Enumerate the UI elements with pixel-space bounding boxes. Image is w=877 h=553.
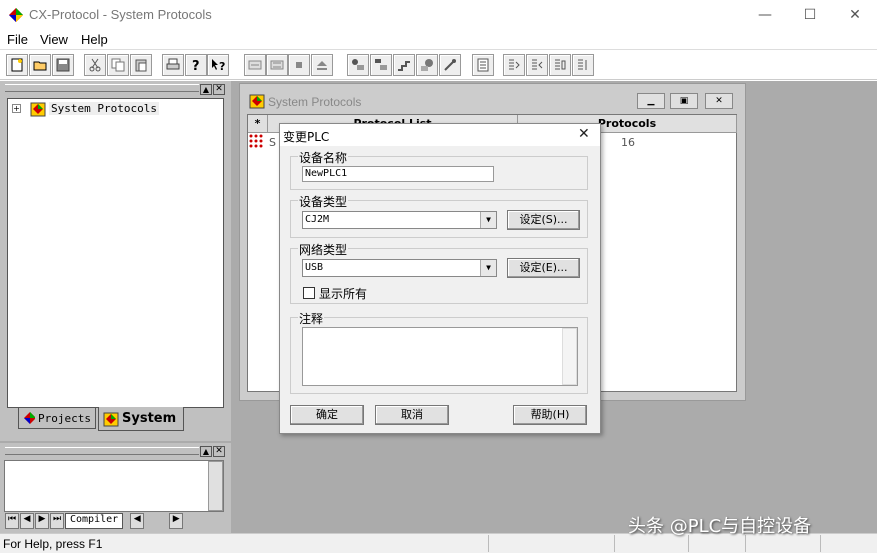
device-name-label: 设备名称: [298, 149, 349, 166]
dialog-close-icon[interactable]: ✕: [578, 126, 590, 142]
network-type-value: USB: [305, 262, 324, 273]
eject-button[interactable]: [311, 54, 333, 76]
row-protocol-name[interactable]: S: [269, 136, 276, 149]
send-icon[interactable]: [503, 54, 525, 76]
first-tab-icon[interactable]: ⏮: [5, 513, 19, 529]
ok-button[interactable]: 确定: [290, 405, 364, 425]
prev-tab-icon[interactable]: ◀: [20, 513, 34, 529]
device-type-value: CJ2M: [305, 214, 330, 225]
receive-icon[interactable]: [526, 54, 548, 76]
paste-button[interactable]: [130, 54, 152, 76]
child-minimize-button[interactable]: ▁: [637, 93, 665, 109]
message-icon[interactable]: [472, 54, 494, 76]
chevron-down-icon[interactable]: ▼: [480, 212, 496, 228]
tab-compiler[interactable]: Compiler: [65, 513, 124, 529]
step-icon[interactable]: [393, 54, 415, 76]
svg-text:?: ?: [192, 59, 200, 72]
menu-help[interactable]: Help: [81, 32, 108, 47]
child-close-button[interactable]: ✕: [705, 93, 733, 109]
device-type-select[interactable]: CJ2M ▼: [302, 211, 497, 229]
comment-textarea[interactable]: [302, 327, 578, 386]
protocol-grid-icon: [249, 134, 263, 151]
list-icon[interactable]: [572, 54, 594, 76]
comment-scrollbar[interactable]: [562, 328, 577, 385]
matrix-icon[interactable]: [549, 54, 571, 76]
output-tab-strip: ⏮ ◀ ▶ ⏭ Compiler ◀ ▶: [5, 513, 210, 529]
print-button[interactable]: [162, 54, 184, 76]
sequence-icon[interactable]: [370, 54, 392, 76]
copy-button[interactable]: [107, 54, 129, 76]
output-close-button[interactable]: ✕: [213, 446, 225, 457]
cut-button[interactable]: [84, 54, 106, 76]
panel-grip[interactable]: [5, 84, 199, 92]
menu-view[interactable]: View: [40, 32, 68, 47]
open-folder-button[interactable]: [29, 54, 51, 76]
menu-file[interactable]: File: [7, 32, 28, 47]
watermark: 头条 @PLC与自控设备: [628, 516, 812, 537]
help-icon[interactable]: ?: [185, 54, 207, 76]
help-button[interactable]: 帮助(H): [513, 405, 587, 425]
child-restore-button[interactable]: ▣: [670, 93, 698, 109]
panel-expand-button[interactable]: ▲: [200, 84, 212, 95]
output-vertical-scrollbar[interactable]: [208, 461, 223, 511]
protocol-folder-icon: [30, 101, 46, 120]
cancel-button[interactable]: 取消: [375, 405, 449, 425]
app-icon: [8, 7, 24, 23]
tree-item-system-protocols[interactable]: System Protocols: [49, 102, 159, 115]
network-type-label: 网络类型: [298, 241, 349, 258]
tab-system-label: System: [122, 411, 177, 426]
panel-close-button[interactable]: ✕: [213, 84, 225, 95]
status-divider: [820, 535, 821, 552]
device-name-input[interactable]: NewPLC1: [302, 166, 494, 182]
status-text: For Help, press F1: [3, 537, 103, 551]
status-divider: [488, 535, 489, 552]
svg-text:?: ?: [219, 60, 225, 72]
show-all-label: 显示所有: [319, 287, 368, 301]
status-divider: [614, 535, 615, 552]
close-button[interactable]: ✕: [832, 0, 877, 30]
tree-view[interactable]: [7, 98, 224, 408]
projects-icon: [24, 412, 36, 424]
child-window-title: System Protocols: [268, 95, 362, 109]
network-type-select[interactable]: USB ▼: [302, 259, 497, 277]
connect-icon[interactable]: [347, 54, 369, 76]
toolbar: ? ?: [0, 51, 877, 80]
system-icon: [103, 412, 119, 426]
tab-projects-label: Projects: [38, 411, 91, 425]
dialog-title: 变更PLC: [283, 130, 330, 144]
tab-system[interactable]: System: [98, 407, 184, 431]
output-grip[interactable]: [5, 447, 199, 455]
output-window[interactable]: [4, 460, 224, 512]
next-tab-icon[interactable]: ▶: [35, 513, 49, 529]
save-button[interactable]: [52, 54, 74, 76]
device-type-label: 设备类型: [298, 193, 349, 210]
chevron-down-icon[interactable]: ▼: [480, 260, 496, 276]
show-all-checkbox[interactable]: [303, 287, 315, 299]
maximize-button[interactable]: ☐: [787, 0, 833, 30]
row-protocol-count[interactable]: 16: [621, 136, 635, 149]
last-tab-icon[interactable]: ⏭: [50, 513, 64, 529]
device-settings-button[interactable]: 设定(S)...: [507, 210, 580, 230]
context-help-icon[interactable]: ?: [207, 54, 229, 76]
child-window-icon: [249, 93, 265, 112]
transfer-to-plc-button[interactable]: [244, 54, 266, 76]
output-expand-button[interactable]: ▲: [200, 446, 212, 457]
scroll-left-icon[interactable]: ◀: [130, 513, 145, 529]
network-settings-button[interactable]: 设定(E)...: [507, 258, 580, 278]
scroll-right-icon[interactable]: ▶: [169, 513, 184, 529]
menu-bar: File View Help: [0, 30, 877, 50]
new-file-button[interactable]: [6, 54, 28, 76]
trace-icon[interactable]: [439, 54, 461, 76]
monitor-icon[interactable]: [416, 54, 438, 76]
tab-projects[interactable]: Projects: [18, 407, 96, 429]
column-header-marker[interactable]: *: [248, 115, 268, 133]
stop-button[interactable]: [288, 54, 310, 76]
transfer-from-plc-button[interactable]: [266, 54, 288, 76]
comment-label: 注释: [298, 310, 325, 327]
expand-icon[interactable]: +: [12, 104, 21, 113]
minimize-button[interactable]: —: [742, 0, 788, 30]
window-title: CX-Protocol - System Protocols: [29, 7, 212, 22]
